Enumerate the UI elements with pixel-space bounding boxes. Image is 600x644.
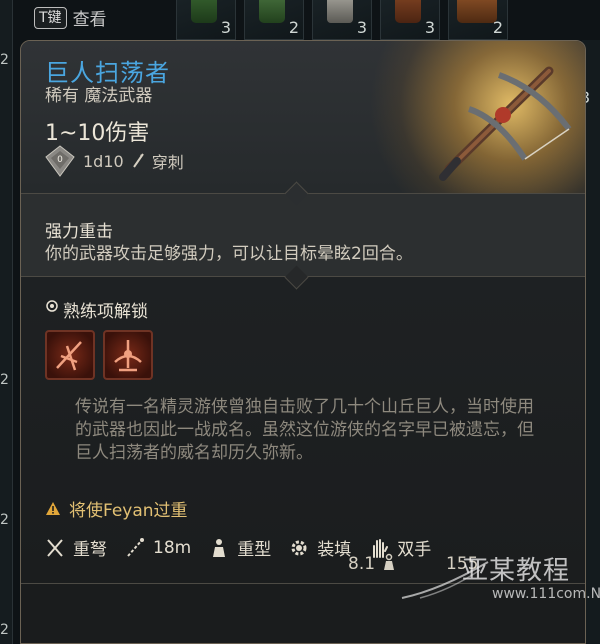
inventory-count: 2 (0, 52, 9, 68)
item-damage: 1~10伤害 (45, 121, 150, 146)
skill-icon-slash[interactable] (45, 330, 95, 380)
inventory-slot[interactable]: 3 (176, 0, 236, 40)
inventory-left-strip (0, 0, 13, 644)
inventory-slot[interactable]: 2 (244, 0, 304, 40)
property[interactable]: 18m (125, 537, 191, 559)
proficiency-icon (46, 300, 58, 312)
proficiency-title: 熟练项解锁 (63, 302, 148, 322)
heavy-icon (213, 538, 226, 557)
property[interactable]: 重弩 (45, 535, 107, 560)
watermark-url: www.111com.Net (492, 586, 600, 602)
crossed-bolts-icon (47, 538, 63, 557)
passive-section: 强力重击 你的武器攻击足够强力，可以让目标晕眩2回合。 (21, 181, 585, 290)
weight-icon (384, 553, 394, 570)
lore-text: 传说有一名精灵游侠曾独自击败了几十个山丘巨人，当时使用的武器也因此一战成名。虽然… (75, 397, 534, 463)
range-icon (127, 537, 144, 557)
hint-key: T键 (34, 6, 67, 29)
inventory-slot[interactable]: 3 (380, 0, 440, 40)
watermark-text: 亚某教程 (462, 556, 571, 586)
item-weight: 8.1 (348, 554, 376, 574)
slash-skill-icon (56, 341, 82, 371)
pouch-item-icon (395, 0, 421, 23)
warning-text: 将使Feyan过重 (69, 501, 188, 521)
dice-value: 1d10 (83, 151, 124, 171)
inventory-count: 2 (0, 512, 9, 528)
inventory-slot[interactable]: 2 (448, 0, 508, 40)
property[interactable]: 双手 (369, 535, 431, 560)
property[interactable]: 装填 (289, 535, 351, 560)
strike-skill-icon (114, 340, 142, 372)
heavy-crossbow-icon (439, 66, 572, 181)
shard-item-icon (327, 0, 353, 23)
damage-dice-row: 0 1d10 穿刺 (45, 145, 184, 177)
potion-item-icon (191, 0, 217, 23)
warning-icon (46, 502, 60, 515)
inventory-slot[interactable]: 3 (312, 0, 372, 40)
weight-warning: 将使Feyan过重 (45, 496, 188, 521)
property[interactable]: 重型 (209, 535, 271, 560)
svg-text:0: 0 (57, 155, 63, 165)
passive-description: 你的武器攻击足够强力，可以让目标晕眩2回合。 (45, 244, 413, 264)
inventory-count: 2 (0, 372, 9, 388)
divider-notch (284, 265, 309, 290)
tooltip-header: 巨人扫荡者 稀有 魔法武器 1~10伤害 0 1d10 穿刺 (21, 41, 585, 231)
d10-dice-icon: 0 (45, 145, 75, 177)
item-rarity-type: 稀有 魔法武器 (45, 86, 153, 106)
potion-item-icon (259, 0, 285, 23)
examine-hint: T键 查看 (34, 5, 107, 30)
gear-icon (291, 540, 307, 555)
scroll-item-icon (457, 0, 497, 23)
damage-type: 穿刺 (151, 153, 184, 172)
hint-label: 查看 (72, 10, 107, 30)
inventory-count: 2 (0, 622, 9, 638)
piercing-icon (132, 153, 144, 168)
skill-icon-strike[interactable] (103, 330, 153, 380)
